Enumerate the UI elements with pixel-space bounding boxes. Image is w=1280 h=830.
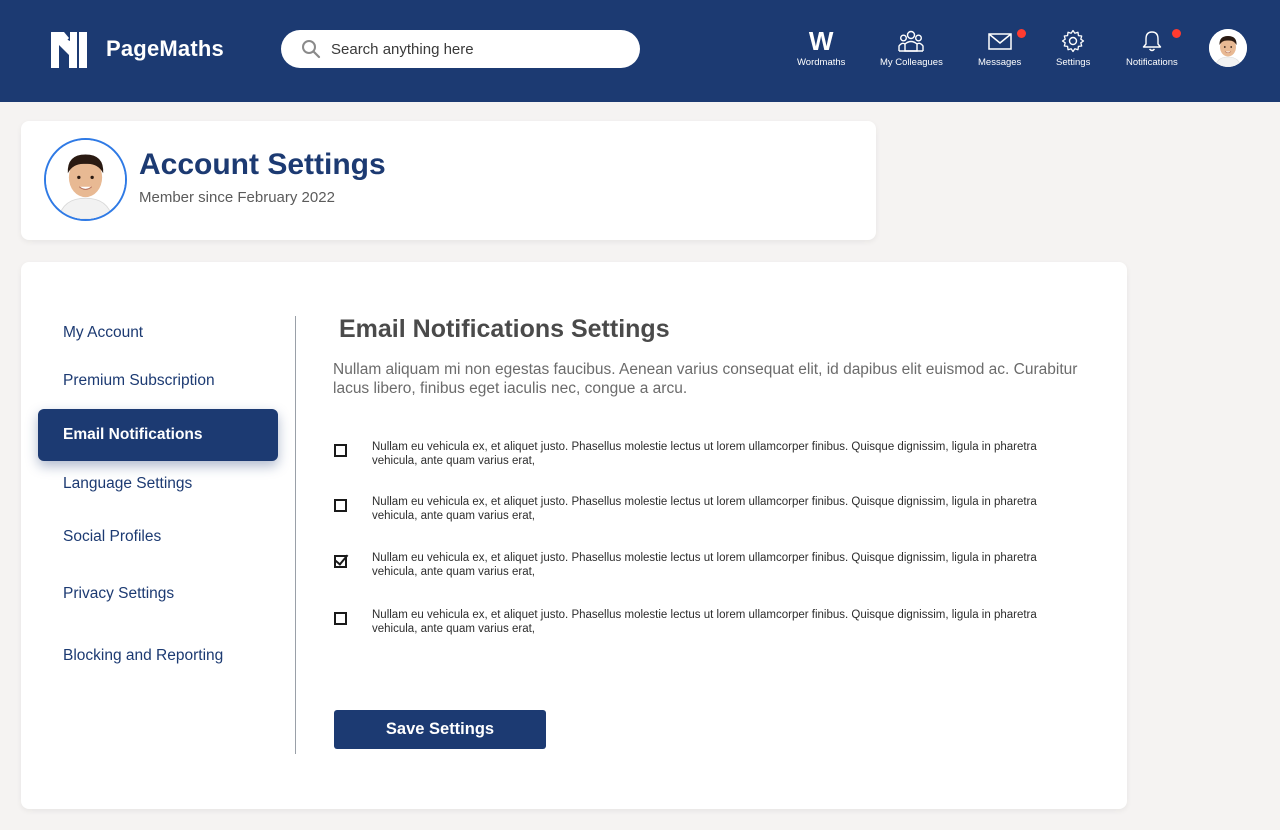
settings-panel: My Account Premium Subscription Email No… — [21, 262, 1127, 809]
nav-notifications[interactable]: Notifications — [1126, 28, 1181, 68]
notification-option: Nullam eu vehicula ex, et aliquet justo.… — [334, 609, 1074, 636]
page-title: Account Settings — [139, 148, 386, 181]
notification-checkbox[interactable] — [334, 612, 347, 625]
avatar-portrait-icon — [1209, 29, 1247, 67]
profile-avatar[interactable] — [44, 138, 127, 221]
sidebar-item-social-profiles[interactable]: Social Profiles — [63, 528, 161, 546]
save-settings-button[interactable]: Save Settings — [334, 710, 546, 749]
nav-wordmaths[interactable]: W Wordmaths — [797, 28, 845, 68]
wordmaths-w-icon: W — [808, 26, 834, 56]
section-title: Email Notifications Settings — [339, 315, 670, 343]
sidebar-item-my-account[interactable]: My Account — [63, 324, 143, 342]
profile-header-card: Account Settings Member since February 2… — [21, 121, 876, 240]
top-navigation-bar: PageMaths W Wordmaths My Colleagues — [0, 0, 1280, 102]
nav-notifications-label: Notifications — [1126, 57, 1178, 68]
brand-logo[interactable]: PageMaths — [48, 28, 224, 70]
sidebar-item-label: Email Notifications — [63, 426, 203, 443]
sidebar-item-privacy-settings[interactable]: Privacy Settings — [63, 585, 174, 603]
nav-wordmaths-label: Wordmaths — [797, 57, 846, 68]
search-bar[interactable] — [281, 30, 640, 68]
nav-messages-label: Messages — [978, 57, 1022, 68]
gear-icon — [1062, 29, 1085, 53]
search-input[interactable] — [331, 40, 621, 58]
notification-option: Nullam eu vehicula ex, et aliquet justo.… — [334, 552, 1074, 579]
user-avatar[interactable] — [1209, 29, 1247, 67]
bell-icon — [1142, 31, 1162, 52]
section-description: Nullam aliquam mi non egestas faucibus. … — [333, 361, 1078, 397]
notification-checkbox[interactable] — [334, 444, 347, 457]
notification-checkbox[interactable] — [334, 499, 347, 512]
nav-settings[interactable]: Settings — [1056, 28, 1090, 68]
notification-option: Nullam eu vehicula ex, et aliquet justo.… — [334, 496, 1074, 523]
messages-badge — [1016, 29, 1026, 38]
sidebar-divider — [295, 316, 296, 754]
nav-my-colleagues[interactable]: My Colleagues — [880, 28, 943, 68]
sidebar-item-language-settings[interactable]: Language Settings — [63, 475, 192, 493]
nav-my-colleagues-label: My Colleagues — [880, 57, 943, 68]
pagemaths-logo-icon — [51, 32, 87, 68]
nav-settings-label: Settings — [1056, 57, 1091, 68]
nav-messages[interactable]: Messages — [978, 28, 1026, 68]
envelope-icon — [987, 33, 1012, 50]
people-icon — [898, 30, 925, 52]
sidebar-item-blocking-and-reporting[interactable]: Blocking and Reporting — [63, 647, 223, 665]
notification-option-text: Nullam eu vehicula ex, et aliquet justo.… — [372, 552, 1037, 578]
sidebar-item-premium-subscription[interactable]: Premium Subscription — [63, 372, 215, 390]
notification-option-text: Nullam eu vehicula ex, et aliquet justo.… — [372, 609, 1037, 635]
sidebar-item-email-notifications[interactable]: Email Notifications — [38, 409, 278, 461]
notification-option-text: Nullam eu vehicula ex, et aliquet justo.… — [372, 496, 1037, 522]
notification-checkbox-checked[interactable] — [334, 555, 347, 568]
avatar-portrait-icon — [46, 140, 125, 219]
search-icon — [302, 40, 321, 59]
member-since-text: Member since February 2022 — [139, 189, 335, 206]
brand-name: PageMaths — [106, 36, 224, 61]
notification-option: Nullam eu vehicula ex, et aliquet justo.… — [334, 441, 1074, 468]
notification-option-text: Nullam eu vehicula ex, et aliquet justo.… — [372, 441, 1037, 467]
notifications-badge — [1171, 29, 1181, 38]
